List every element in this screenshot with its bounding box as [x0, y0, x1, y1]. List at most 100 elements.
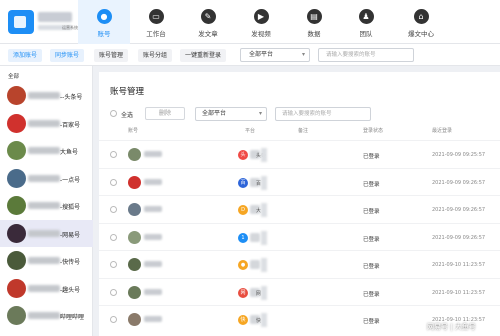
- nav-tab-label: 账号: [97, 30, 111, 38]
- login-status: 已登录: [363, 319, 380, 325]
- nav-tab-4[interactable]: ▤ 数据: [288, 0, 340, 44]
- table-header: 账号 平台 备注 登录状态 最近登录: [99, 127, 500, 139]
- table-row[interactable]: 1 已登录 2021-09-09 09:26:57: [99, 222, 500, 250]
- nav-tab-3[interactable]: ▶ 发视频: [235, 0, 287, 44]
- note-blurred: [261, 230, 267, 245]
- sidebar-account-item[interactable]: 大鱼号: [0, 137, 93, 164]
- top-navigation-bar: 运营系统 ● 账号 ▭ 工作台 ✎ 发文章 ▶ 发视频 ▤ 数据 ♟ 团队 ⌂ 爆文中心: [0, 0, 500, 44]
- account-name-blurred: [144, 233, 162, 240]
- team-icon: ♟: [358, 9, 374, 24]
- nav-tab-5[interactable]: ♟ 团队: [340, 0, 392, 44]
- col-platform: 平台: [245, 128, 256, 134]
- table-row[interactable]: ● 已登录 2021-09-10 11:23:57: [99, 250, 500, 277]
- sidebar-account-name: 哔哩哔哩: [60, 314, 85, 321]
- note-blurred: [261, 175, 267, 190]
- note-blurred: [261, 258, 267, 272]
- nav-tab-label: 发文章: [198, 30, 218, 38]
- platform-icon: D: [238, 205, 248, 215]
- last-login-time: 2021-09-09 09:25:57: [432, 152, 486, 158]
- account-name-blurred: [28, 257, 60, 264]
- avatar: [128, 258, 141, 271]
- sidebar-account-item[interactable]: --头条号: [0, 82, 93, 109]
- login-status: 已登录: [363, 181, 380, 188]
- sidebar-account-item[interactable]: 哔哩哔哩: [0, 302, 93, 329]
- nav-tab-1[interactable]: ▭ 工作台: [130, 0, 182, 44]
- row-checkbox[interactable]: [110, 233, 117, 241]
- nav-tab-0[interactable]: ● 账号: [78, 0, 130, 44]
- avatar: [7, 196, 26, 215]
- table-platform-select[interactable]: 全部平台 ▾: [195, 107, 267, 121]
- nav-tab-label: 工作台: [146, 30, 166, 38]
- account-group-button[interactable]: 账号分组: [138, 49, 173, 62]
- note-blurred: [261, 148, 267, 162]
- table-search-input[interactable]: 请输入要搜索的账号: [275, 107, 371, 121]
- note-blurred: [261, 313, 267, 327]
- relogin-all-button[interactable]: 一键重新登录: [180, 49, 227, 62]
- platform-name-blurred: [250, 260, 260, 269]
- table-row[interactable]: 网网已登录 2021-09-10 11:23:57: [99, 277, 500, 305]
- avatar: [7, 86, 26, 105]
- avatar: [128, 148, 141, 161]
- login-status: 已登录: [363, 154, 380, 160]
- select-all-label: 全选: [121, 112, 134, 119]
- sidebar-account-item[interactable]: -网易号: [0, 219, 93, 247]
- account-manage-button[interactable]: 账号管理: [94, 49, 129, 62]
- platform-icon: 快: [238, 315, 248, 325]
- video-icon: ▶: [253, 9, 269, 24]
- last-login-time: 2021-09-09 09:26:57: [432, 207, 486, 213]
- select-all-checkbox[interactable]: [110, 110, 117, 117]
- platform-select-value: 全部平台: [249, 51, 274, 58]
- sidebar-account-item[interactable]: -百家号: [0, 110, 93, 137]
- page-title: 账号管理: [110, 87, 145, 97]
- nav-tab-label: 发视频: [251, 30, 271, 38]
- sidebar-account-name: -快传号: [60, 259, 81, 266]
- sidebar-account-item[interactable]: -搜狐号: [0, 192, 93, 219]
- platform-icon: 网: [238, 287, 248, 298]
- table-platform-value: 全部平台: [202, 110, 227, 117]
- chevron-down-icon: ▾: [258, 110, 262, 117]
- account-name-blurred: [28, 174, 60, 182]
- platform-name-blurred: [250, 232, 260, 242]
- last-login-time: 2021-09-09 09:26:57: [432, 234, 486, 241]
- table-row[interactable]: 头头条已登录2021-09-09 09:25:57: [99, 140, 500, 167]
- table-row[interactable]: 百百已登录 2021-09-09 09:26:57: [99, 167, 500, 195]
- nav-tab-label: 数据: [307, 30, 321, 38]
- col-status: 登录状态: [363, 128, 384, 134]
- account-name-blurred: [28, 229, 60, 237]
- chevron-down-icon: ▾: [301, 51, 305, 58]
- row-checkbox[interactable]: [110, 316, 117, 323]
- sidebar-all-label[interactable]: 全部: [8, 72, 19, 80]
- account-name-blurred: [144, 151, 162, 157]
- sidebar-account-name: 大鱼号: [60, 149, 79, 156]
- account-search-input[interactable]: 请输入要搜索的账号: [318, 48, 414, 62]
- nav-tab-6[interactable]: ⌂ 爆文中心: [395, 0, 447, 44]
- row-checkbox[interactable]: [110, 206, 117, 213]
- avatar: [128, 313, 141, 326]
- avatar: [7, 306, 26, 325]
- account-name-blurred: [28, 92, 60, 99]
- note-blurred: [261, 285, 267, 300]
- sync-account-button[interactable]: 同步账号: [50, 49, 85, 62]
- row-checkbox[interactable]: [110, 151, 117, 158]
- row-checkbox[interactable]: [110, 288, 117, 296]
- col-note: 备注: [298, 128, 309, 134]
- avatar: [7, 278, 26, 298]
- account-management-panel: 账号管理 全选 删除 全部平台 ▾ 请输入要搜索的账号 账号 平台 备注 登录状态…: [99, 72, 500, 336]
- sidebar-account-item[interactable]: -快传号: [0, 247, 93, 274]
- delete-button[interactable]: 删除: [145, 107, 185, 120]
- platform-icon: 百: [238, 177, 248, 188]
- account-name-blurred: [144, 316, 162, 322]
- platform-icon: 头: [238, 150, 248, 160]
- platform-select[interactable]: 全部平台 ▾: [240, 48, 310, 62]
- sidebar-account-item[interactable]: -趣头号: [0, 275, 93, 302]
- nav-tab-2[interactable]: ✎ 发文章: [182, 0, 234, 44]
- avatar: [128, 285, 141, 299]
- row-checkbox[interactable]: [110, 261, 117, 268]
- sidebar-account-item[interactable]: -一点号: [0, 165, 93, 192]
- table-row[interactable]: D 大已登录 2021-09-09 09:26:57: [99, 195, 500, 222]
- platform-icon: ●: [238, 260, 248, 270]
- sidebar-account-name: -网易号: [60, 231, 81, 239]
- add-account-button[interactable]: 添加账号: [8, 49, 43, 62]
- row-checkbox[interactable]: [110, 178, 117, 186]
- col-account: 账号: [128, 128, 139, 134]
